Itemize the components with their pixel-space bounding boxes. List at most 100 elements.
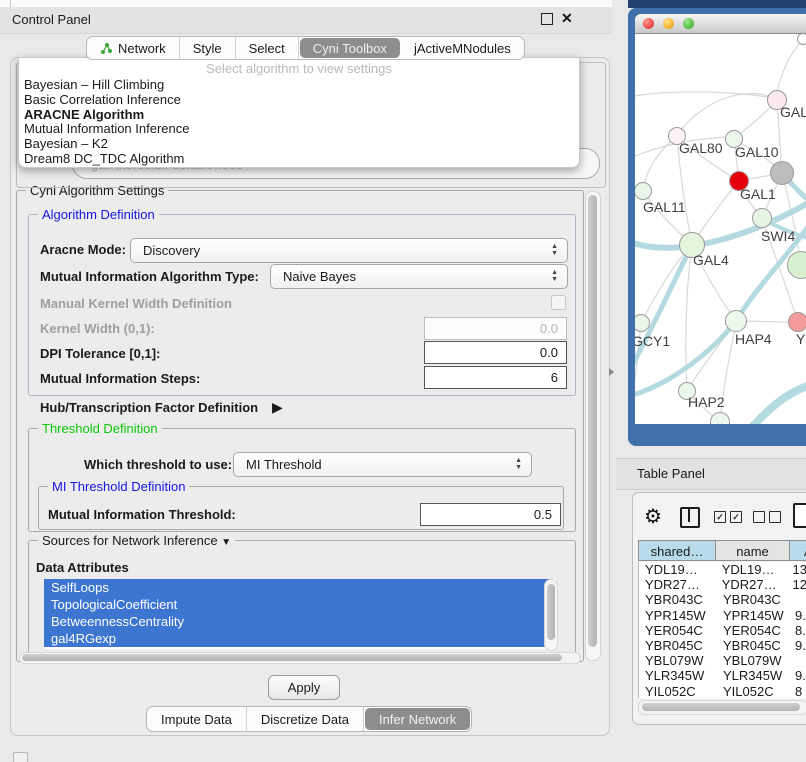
tab-impute-data[interactable]: Impute Data bbox=[147, 707, 247, 731]
dropdown-item[interactable]: Bayesian – K2 bbox=[19, 137, 579, 152]
tab-infer-network[interactable]: Infer Network bbox=[365, 708, 470, 730]
table-row[interactable]: YBL079W YBL079W bbox=[639, 653, 806, 668]
gear-icon[interactable]: ⚙ bbox=[644, 504, 662, 529]
combo-arrows-icon: ▲▼ bbox=[551, 243, 558, 257]
tab-network-label: Network bbox=[118, 41, 166, 56]
column-header-name[interactable]: name bbox=[715, 540, 790, 561]
node-swi4[interactable] bbox=[752, 208, 772, 228]
mi-steps-field[interactable]: 6 bbox=[424, 366, 567, 389]
tab-network[interactable]: Network bbox=[87, 37, 180, 59]
node-top-partial[interactable] bbox=[797, 34, 806, 45]
aracne-mode-combo[interactable]: Discovery ▲▼ bbox=[130, 238, 568, 263]
control-panel-titlebar: Control Panel bbox=[0, 7, 612, 34]
attributes-scrollbar-thumb[interactable] bbox=[547, 584, 555, 640]
top-divider bbox=[10, 0, 11, 7]
tab-discretize-data[interactable]: Discretize Data bbox=[247, 707, 364, 731]
mi-threshold-group-title: MI Threshold Definition bbox=[48, 479, 189, 494]
table-row[interactable]: YBR045C YBR045C 9. bbox=[639, 638, 806, 653]
tab-select[interactable]: Select bbox=[236, 37, 299, 59]
dropdown-item[interactable]: Bayesian – Hill Climbing bbox=[19, 78, 579, 93]
settings-scrollbar-thumb[interactable] bbox=[588, 195, 597, 647]
application-root: Control Panel ✕ galFiltered.sif default … bbox=[0, 0, 806, 762]
which-threshold-combo[interactable]: MI Threshold ▲▼ bbox=[233, 452, 532, 477]
dpi-tolerance-label: DPI Tolerance [0,1]: bbox=[40, 346, 160, 361]
tab-jactivemnodules[interactable]: jActiveMNodules bbox=[401, 37, 524, 59]
threshold-definition-title: Threshold Definition bbox=[38, 421, 162, 436]
float-window-icon[interactable] bbox=[541, 13, 553, 25]
apply-button[interactable]: Apply bbox=[268, 675, 340, 700]
node-salmon[interactable] bbox=[788, 312, 806, 332]
node-label: GAL1 bbox=[740, 186, 776, 202]
expand-arrow-icon[interactable]: ▶ bbox=[272, 399, 283, 416]
algorithm-definition-title: Algorithm Definition bbox=[38, 207, 159, 222]
table-row[interactable]: YDR27… YDR27… 12 bbox=[639, 577, 806, 592]
select-all-checkbox-icon[interactable]: ✓ bbox=[714, 511, 726, 523]
list-item[interactable]: SelfLoops bbox=[44, 579, 549, 596]
dropdown-item[interactable]: Basic Correlation Inference bbox=[19, 93, 579, 108]
dpi-tolerance-field[interactable]: 0.0 bbox=[424, 341, 567, 364]
deselect-checkbox-icon[interactable] bbox=[753, 511, 765, 523]
select-all-checkbox-icon[interactable]: ✓ bbox=[730, 511, 742, 523]
list-item[interactable]: gal4RGexp bbox=[44, 630, 549, 647]
node-hap4[interactable] bbox=[725, 310, 747, 332]
hub-definition-label: Hub/Transcription Factor Definition bbox=[40, 400, 258, 415]
deselect-checkbox-icon[interactable] bbox=[769, 511, 781, 523]
table-row[interactable]: YLR345W YLR345W 9. bbox=[639, 668, 806, 683]
node-label: GAL4 bbox=[693, 252, 729, 268]
node-gray[interactable] bbox=[770, 161, 794, 185]
combo-arrows-icon: ▲▼ bbox=[515, 457, 522, 471]
combo-arrows-icon: ▲▼ bbox=[551, 269, 558, 283]
column-header-shared[interactable]: shared… bbox=[638, 540, 716, 561]
table-row[interactable]: YIL052C YIL052C 8 bbox=[639, 684, 806, 699]
close-icon[interactable]: ✕ bbox=[561, 10, 573, 27]
aracne-mode-label: Aracne Mode: bbox=[40, 242, 126, 257]
minimize-traffic-light-icon[interactable] bbox=[663, 18, 674, 29]
network-window-titlebar[interactable] bbox=[635, 14, 806, 34]
kernel-width-label: Kernel Width (0,1): bbox=[40, 321, 155, 336]
mi-algorithm-type-combo[interactable]: Naive Bayes ▲▼ bbox=[270, 264, 568, 289]
split-columns-icon[interactable] bbox=[680, 507, 700, 528]
desktop-top-strip bbox=[628, 0, 806, 8]
manual-kernel-width-checkbox[interactable] bbox=[551, 295, 566, 310]
network-icon bbox=[100, 42, 113, 55]
table-hscrollbar-thumb[interactable] bbox=[642, 703, 800, 711]
bottom-tabs: Impute Data Discretize Data Infer Networ… bbox=[146, 706, 472, 732]
settings-hscrollbar-thumb[interactable] bbox=[22, 654, 562, 661]
network-canvas[interactable]: GAL GAL80 GAL10 GAL1 GAL11 SWI4 GAL4 GCY… bbox=[635, 34, 806, 424]
table-row[interactable]: YER054C YER054C 8. bbox=[639, 623, 806, 638]
attributes-scrollbar[interactable] bbox=[544, 579, 558, 651]
data-attributes-list: SelfLoops TopologicalCoefficient Between… bbox=[44, 579, 556, 649]
dropdown-item[interactable]: Mutual Information Inference bbox=[19, 122, 579, 137]
collapse-arrow-icon[interactable]: ▼ bbox=[221, 537, 231, 548]
column-header-partial[interactable]: A bbox=[789, 540, 806, 561]
node-label: Y bbox=[796, 331, 805, 347]
node-label: HAP4 bbox=[735, 331, 772, 347]
control-panel-title: Control Panel bbox=[12, 12, 91, 27]
table-row[interactable]: YPR145W YPR145W 9. bbox=[639, 608, 806, 623]
table-hscrollbar[interactable] bbox=[638, 700, 806, 715]
algorithm-dropdown: Select algorithm to view settings Bayesi… bbox=[18, 57, 580, 168]
node-label: HAP2 bbox=[688, 394, 725, 410]
dropdown-item[interactable]: Dream8 DC_TDC Algorithm bbox=[19, 152, 579, 167]
control-panel-tabs: Network Style Select Cyni Toolbox jActiv… bbox=[86, 36, 525, 60]
collapsed-panel-icon[interactable] bbox=[13, 752, 28, 762]
mi-threshold-field[interactable]: 0.5 bbox=[420, 503, 561, 526]
sources-group-title: Sources for Network Inference ▼ bbox=[38, 533, 235, 550]
list-item[interactable]: BetweennessCentrality bbox=[44, 613, 549, 630]
table-row[interactable]: YDL19… YDL19… 13 bbox=[639, 562, 806, 577]
network-window: GAL GAL80 GAL10 GAL1 GAL11 SWI4 GAL4 GCY… bbox=[635, 14, 806, 424]
document-icon[interactable] bbox=[793, 503, 806, 528]
settings-hscrollbar[interactable] bbox=[19, 652, 581, 664]
zoom-traffic-light-icon[interactable] bbox=[683, 18, 694, 29]
settings-scrollbar[interactable] bbox=[585, 191, 601, 661]
tab-cyni-toolbox[interactable]: Cyni Toolbox bbox=[300, 38, 400, 58]
dropdown-item-selected[interactable]: ARACNE Algorithm bbox=[19, 108, 579, 123]
table-row[interactable]: YBR043C YBR043C bbox=[639, 592, 806, 607]
close-traffic-light-icon[interactable] bbox=[643, 18, 654, 29]
kernel-width-field[interactable]: 0.0 bbox=[424, 317, 567, 340]
tab-style[interactable]: Style bbox=[180, 37, 236, 59]
pane-divider-arrow-icon[interactable] bbox=[609, 368, 614, 376]
list-item[interactable]: TopologicalCoefficient bbox=[44, 596, 549, 613]
manual-kernel-width-label: Manual Kernel Width Definition bbox=[40, 296, 232, 311]
node-table: YDL19… YDL19… 13 YDR27… YDR27… 12 YBR043… bbox=[638, 562, 806, 698]
